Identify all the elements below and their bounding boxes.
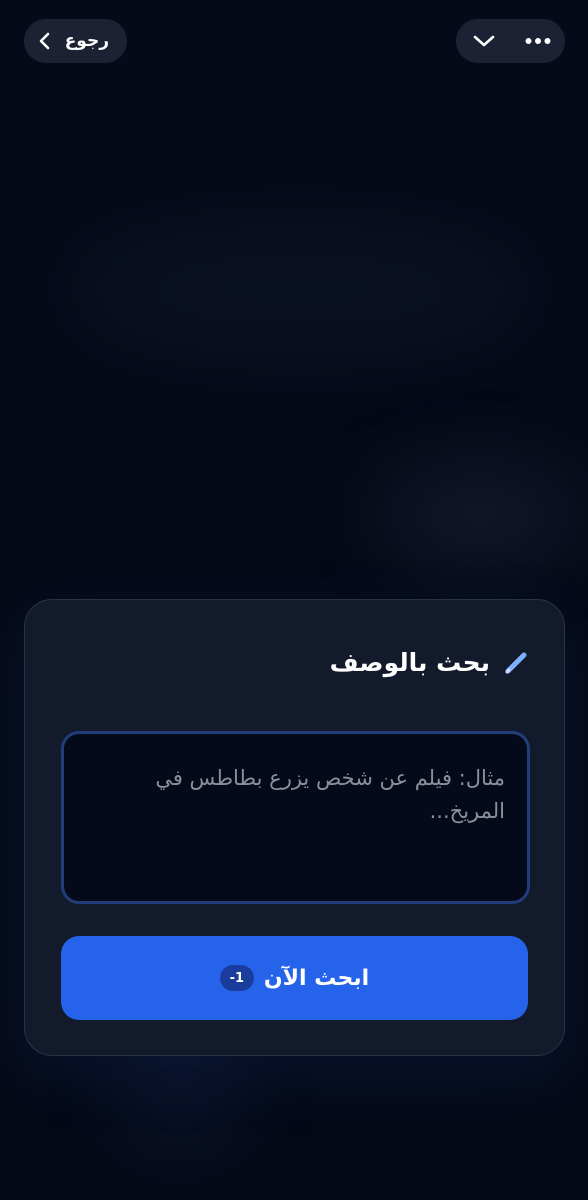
background-glow (70, 230, 530, 350)
describe-search-card: بحث بالوصف مثال: فيلم عن شخص يزرع بطاطس … (24, 599, 565, 1056)
search-now-label: ابحث الآن (263, 965, 370, 991)
card-header: بحث بالوصف (330, 648, 530, 677)
more-horizontal-icon[interactable] (525, 37, 551, 45)
chevron-right-icon (38, 32, 52, 50)
chevron-down-icon[interactable] (472, 33, 496, 49)
pencil-icon (502, 649, 530, 677)
background-glow (120, 1060, 240, 1140)
back-button-label: رجوع (64, 31, 109, 51)
description-input-placeholder: مثال: فيلم عن شخص يزرع بطاطس في المريخ..… (155, 766, 505, 823)
back-button[interactable]: رجوع (24, 19, 127, 63)
description-input[interactable]: مثال: فيلم عن شخص يزرع بطاطس في المريخ..… (61, 731, 530, 904)
window-controls (456, 19, 565, 63)
card-title: بحث بالوصف (329, 648, 490, 677)
cost-badge: -1 (219, 965, 254, 991)
background-glow (380, 470, 580, 560)
search-now-button[interactable]: ابحث الآن -1 (61, 936, 528, 1020)
